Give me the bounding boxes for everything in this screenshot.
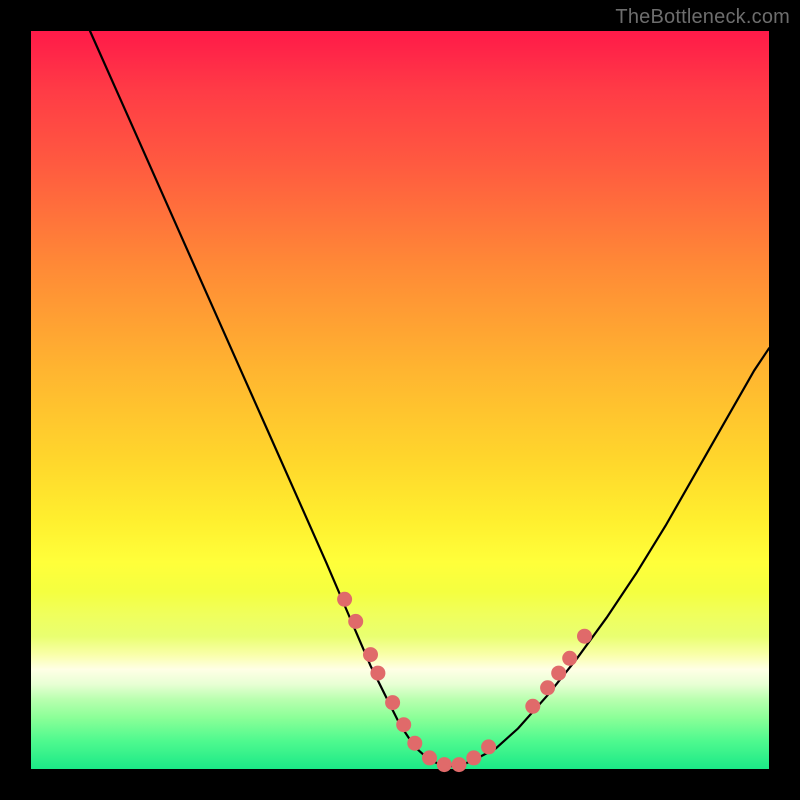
data-point — [481, 739, 496, 754]
data-point — [452, 757, 467, 772]
data-point — [363, 647, 378, 662]
data-point — [370, 666, 385, 681]
data-point — [562, 651, 577, 666]
watermark-text: TheBottleneck.com — [615, 6, 790, 29]
data-point — [540, 680, 555, 695]
data-point — [551, 666, 566, 681]
data-point — [422, 750, 437, 765]
data-point — [577, 629, 592, 644]
data-point — [525, 699, 540, 714]
data-points — [337, 592, 592, 772]
chart-overlay — [31, 31, 769, 769]
data-point — [396, 717, 411, 732]
data-point — [437, 757, 452, 772]
bottleneck-curve — [90, 31, 769, 766]
chart-stage: TheBottleneck.com — [0, 0, 800, 800]
data-point — [407, 736, 422, 751]
data-point — [466, 750, 481, 765]
plot-area — [31, 31, 769, 769]
data-point — [385, 695, 400, 710]
data-point — [348, 614, 363, 629]
data-point — [337, 592, 352, 607]
